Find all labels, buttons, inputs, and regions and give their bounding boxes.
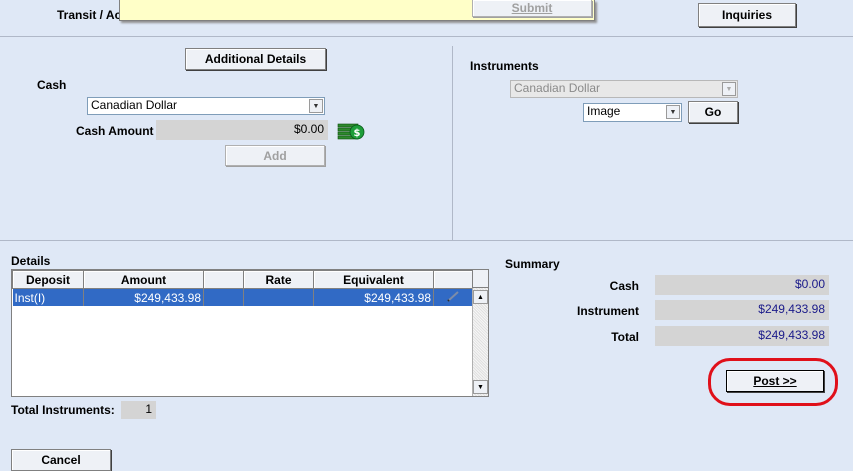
cash-currency-select[interactable]: Canadian Dollar ▼ [87, 97, 325, 115]
summary-total-label: Total [611, 330, 639, 344]
column-header-blank[interactable] [203, 270, 244, 289]
cancel-label: Cancel [41, 453, 81, 467]
additional-details-button[interactable]: Additional Details [185, 48, 326, 70]
column-header-amount[interactable]: Amount [83, 270, 204, 289]
go-label: Go [704, 105, 722, 119]
cash-heading: Cash [37, 78, 67, 92]
summary-cash-value: $0.00 [794, 277, 825, 291]
summary-cash-field: $0.00 [655, 275, 829, 295]
inquiries-label: Inquiries [721, 8, 772, 22]
grid-header-corner [472, 270, 488, 288]
instrument-type-value: Image [587, 104, 621, 118]
summary-instrument-value: $249,433.98 [758, 302, 825, 316]
go-button[interactable]: Go [688, 101, 738, 123]
cell-amount: $249,433.98 [83, 288, 204, 306]
additional-details-label: Additional Details [204, 52, 307, 66]
cell-equivalent: $249,433.98 [313, 288, 434, 306]
details-heading: Details [11, 254, 51, 268]
cash-amount-label: Cash Amount [76, 124, 154, 138]
cell-edit[interactable] [433, 288, 473, 306]
instruments-currency-select[interactable]: Canadian Dollar ▼ [510, 80, 738, 98]
submit-label: Submit [511, 1, 553, 15]
cash-amount-field[interactable]: $0.00 [156, 120, 328, 140]
summary-total-value: $249,433.98 [758, 328, 825, 342]
summary-instrument-label: Instrument [576, 304, 639, 318]
chevron-down-icon: ▼ [309, 99, 323, 113]
panel-divider [452, 46, 453, 240]
chevron-down-icon: ▼ [666, 105, 680, 119]
summary-total-field: $249,433.98 [655, 326, 829, 346]
instruments-currency-value: Canadian Dollar [514, 81, 601, 95]
summary-heading: Summary [505, 257, 560, 271]
svg-text:$: $ [354, 128, 361, 139]
column-header-rate[interactable]: Rate [243, 270, 314, 289]
column-header-edit[interactable] [433, 270, 473, 289]
section-divider [0, 240, 853, 241]
post-label: Post >> [753, 374, 797, 388]
submit-button[interactable]: Submit [472, 0, 592, 17]
transit-label: Transit / Ac [57, 8, 122, 22]
details-table: Deposit Amount Rate Equivalent Inst(I) $… [12, 270, 473, 306]
scroll-up-arrow[interactable]: ▲ [473, 290, 488, 304]
grid-vertical-scrollbar[interactable]: ▲ ▼ [472, 288, 488, 396]
table-row[interactable]: Inst(I) $249,433.98 $249,433.98 [12, 288, 473, 306]
total-instruments-field: 1 [121, 401, 156, 419]
money-stack-icon[interactable]: $ [337, 121, 365, 141]
summary-cash-label: Cash [609, 279, 639, 293]
inquiries-button[interactable]: Inquiries [698, 3, 796, 27]
add-label: Add [263, 148, 287, 163]
instrument-type-select[interactable]: Image ▼ [583, 103, 682, 122]
table-header-row: Deposit Amount Rate Equivalent [12, 270, 473, 289]
instruments-heading: Instruments [470, 59, 539, 73]
post-button[interactable]: Post >> [726, 370, 824, 392]
cash-currency-value: Canadian Dollar [91, 98, 178, 112]
cell-rate [243, 288, 314, 306]
column-header-deposit[interactable]: Deposit [12, 270, 84, 289]
total-instruments-label: Total Instruments: [11, 403, 115, 417]
chevron-down-icon: ▼ [722, 82, 736, 96]
cell-blank [203, 288, 244, 306]
column-header-equivalent[interactable]: Equivalent [313, 270, 434, 289]
pencil-icon[interactable] [445, 291, 461, 305]
cell-deposit: Inst(I) [12, 288, 84, 306]
details-grid[interactable]: Deposit Amount Rate Equivalent Inst(I) $… [11, 269, 489, 397]
add-button[interactable]: Add [225, 145, 325, 166]
scroll-down-arrow[interactable]: ▼ [473, 380, 488, 394]
summary-instrument-field: $249,433.98 [655, 300, 829, 320]
